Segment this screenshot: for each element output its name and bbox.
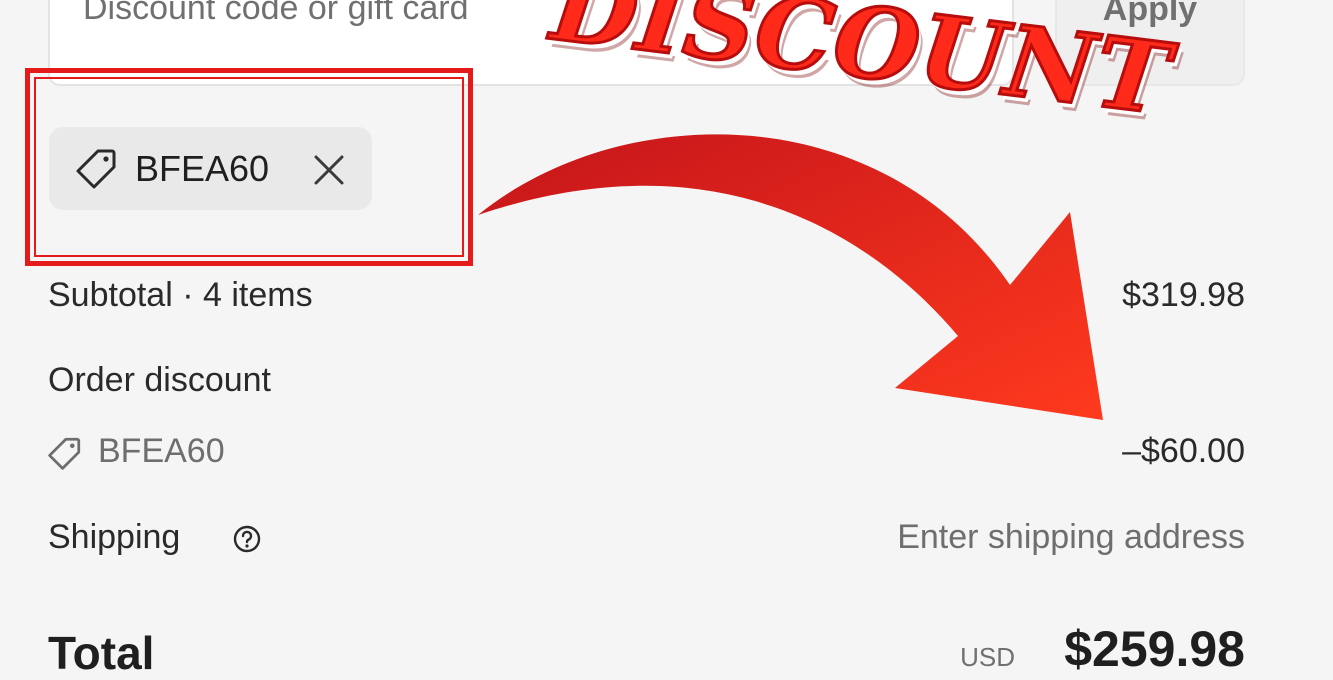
curved-arrow-graphic — [478, 134, 1103, 421]
